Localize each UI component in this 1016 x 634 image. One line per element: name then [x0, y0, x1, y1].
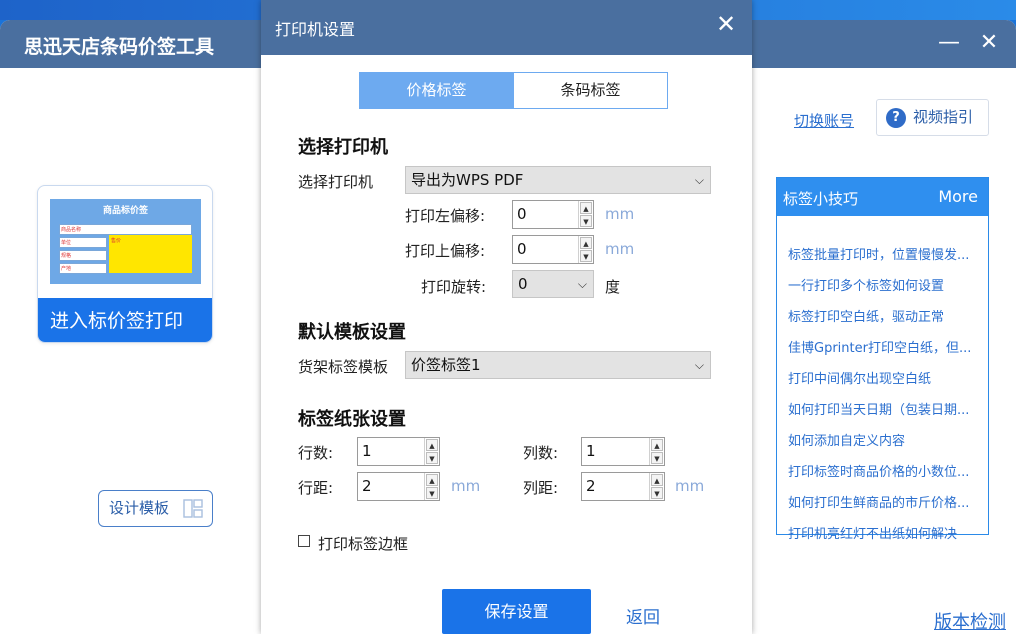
tip-item[interactable]: 标签打印空白纸，驱动正常 [788, 306, 986, 325]
dialog-close-button[interactable]: ✕ [716, 10, 736, 38]
left-offset-stepper[interactable]: 0 ▲ ▼ [512, 200, 594, 229]
left-offset-value: 0 [517, 205, 527, 223]
rows-label: 行数: [298, 444, 334, 462]
thumbnail-title: 商品标价签 [102, 206, 148, 216]
left-offset-unit: mm [605, 205, 635, 223]
printer-select[interactable]: 导出为WPS PDF ⌵ [405, 166, 711, 194]
top-offset-label: 打印上偏移: [405, 242, 486, 260]
back-link[interactable]: 返回 [626, 603, 660, 628]
col-gap-stepper[interactable]: 2 ▲ ▼ [581, 472, 665, 501]
stepper-up-icon[interactable]: ▲ [651, 439, 663, 451]
section-default-template: 默认模板设置 [298, 322, 406, 343]
price-label-print-card[interactable]: 商品标价签 商品名称 单位 规格 产地 售价 进入标价签打印 [37, 185, 213, 343]
tips-more-link[interactable]: More [938, 187, 978, 206]
row-gap-stepper[interactable]: 2 ▲ ▼ [357, 472, 440, 501]
tab-barcode-label[interactable]: 条码标签 [513, 72, 668, 109]
template-select[interactable]: 价签标签1 ⌵ [405, 351, 711, 379]
stepper-down-icon[interactable]: ▼ [651, 452, 663, 464]
print-border-label: 打印标签边框 [318, 535, 409, 553]
switch-account-link[interactable]: 切换账号 [794, 110, 854, 131]
card-label[interactable]: 进入标价签打印 [38, 298, 212, 342]
stepper-up-icon[interactable]: ▲ [651, 474, 663, 486]
minimize-button[interactable]: — [935, 30, 963, 56]
dialog-header: 打印机设置 ✕ [261, 0, 752, 55]
top-offset-value: 0 [517, 240, 527, 258]
tip-item[interactable]: 打印标签时商品价格的小数位... [788, 461, 986, 480]
app-title: 思迅天店条码价签工具 [24, 36, 215, 58]
stepper-up-icon[interactable]: ▲ [580, 237, 592, 249]
stepper-down-icon[interactable]: ▼ [580, 215, 592, 227]
save-settings-button[interactable]: 保存设置 [442, 589, 591, 634]
video-guide-button[interactable]: ? 视频指引 [876, 99, 989, 136]
thumbnail-row-label: 产地 [61, 266, 72, 272]
col-gap-unit: mm [675, 477, 705, 495]
top-offset-unit: mm [605, 240, 635, 258]
tip-item[interactable]: 如何打印当天日期（包装日期... [788, 399, 986, 418]
stepper-down-icon[interactable]: ▼ [580, 250, 592, 262]
tip-item[interactable]: 如何添加自定义内容 [788, 430, 986, 449]
printer-select-value: 导出为WPS PDF [411, 171, 524, 189]
row-gap-unit: mm [451, 477, 481, 495]
rotation-select-value: 0 [518, 275, 528, 293]
chevron-down-icon: ⌵ [694, 173, 704, 187]
thumbnail-price-block [109, 235, 192, 273]
stepper-up-icon[interactable]: ▲ [426, 439, 438, 451]
tab-price-label[interactable]: 价格标签 [359, 72, 514, 109]
section-paper-settings: 标签纸张设置 [298, 409, 406, 430]
row-gap-value: 2 [362, 477, 372, 495]
cols-label: 列数: [523, 444, 559, 462]
stepper-down-icon[interactable]: ▼ [426, 487, 438, 499]
thumbnail-price-label: 售价 [111, 238, 122, 244]
cols-value: 1 [586, 442, 596, 460]
price-label-thumbnail: 商品标价签 商品名称 单位 规格 产地 售价 [50, 199, 201, 284]
rotation-select[interactable]: 0 ⌵ [512, 270, 594, 298]
rotation-unit: 度 [605, 278, 621, 296]
top-offset-stepper[interactable]: 0 ▲ ▼ [512, 235, 594, 264]
template-select-value: 价签标签1 [411, 356, 481, 374]
design-template-button[interactable]: 设计模板 [98, 490, 213, 527]
cols-stepper[interactable]: 1 ▲ ▼ [581, 437, 665, 466]
stepper-down-icon[interactable]: ▼ [426, 452, 438, 464]
tip-item[interactable]: 一行打印多个标签如何设置 [788, 275, 986, 294]
printer-label: 选择打印机 [298, 173, 374, 191]
rows-stepper[interactable]: 1 ▲ ▼ [357, 437, 440, 466]
help-icon: ? [886, 108, 906, 128]
tips-header: 标签小技巧 More [777, 178, 988, 216]
tip-item[interactable]: 标签批量打印时，位置慢慢发... [788, 244, 986, 263]
stepper-up-icon[interactable]: ▲ [426, 474, 438, 486]
stepper-down-icon[interactable]: ▼ [651, 487, 663, 499]
section-select-printer: 选择打印机 [298, 137, 388, 158]
tip-item[interactable]: 如何打印生鲜商品的市斤价格... [788, 492, 986, 511]
tip-item[interactable]: 打印中间偶尔出现空白纸 [788, 368, 986, 387]
tip-item[interactable]: 打印机亮红灯不出纸如何解决 [788, 523, 986, 542]
dialog-title: 打印机设置 [275, 20, 356, 39]
video-guide-label: 视频指引 [913, 108, 974, 126]
left-offset-label: 打印左偏移: [405, 207, 486, 225]
tips-title: 标签小技巧 [783, 190, 859, 208]
tip-item[interactable]: 佳博Gprinter打印空白纸，但... [788, 337, 986, 356]
tips-panel: 标签小技巧 More 标签批量打印时，位置慢慢发... 一行打印多个标签如何设置… [776, 177, 989, 542]
design-template-label: 设计模板 [109, 499, 170, 517]
version-check-link[interactable]: 版本检测 [934, 608, 1006, 634]
print-border-checkbox[interactable] [298, 535, 310, 547]
chevron-down-icon: ⌵ [694, 358, 704, 372]
rows-value: 1 [362, 442, 372, 460]
thumbnail-row-label: 商品名称 [61, 227, 82, 233]
layout-icon [183, 499, 203, 518]
col-gap-label: 列距: [523, 479, 559, 497]
printer-settings-dialog: 打印机设置 ✕ 价格标签 条码标签 选择打印机 选择打印机 导出为WPS PDF… [261, 0, 752, 634]
stepper-up-icon[interactable]: ▲ [580, 202, 592, 214]
template-label: 货架标签模板 [298, 358, 389, 376]
thumbnail-row-label: 规格 [61, 253, 72, 259]
thumbnail-row-label: 单位 [61, 240, 72, 246]
rotation-label: 打印旋转: [421, 278, 487, 296]
close-window-button[interactable]: ✕ [975, 30, 1003, 56]
col-gap-value: 2 [586, 477, 596, 495]
row-gap-label: 行距: [298, 479, 334, 497]
chevron-down-icon: ⌵ [577, 277, 587, 291]
